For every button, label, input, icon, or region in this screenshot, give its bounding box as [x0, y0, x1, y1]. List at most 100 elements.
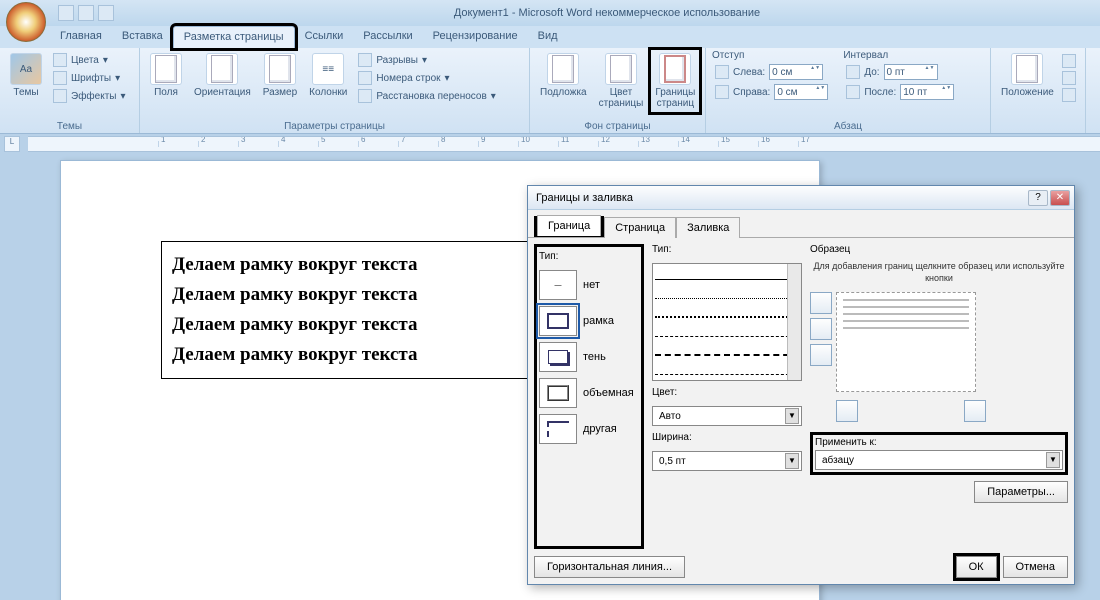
- indent-label: Отступ: [712, 50, 831, 61]
- orientation-button[interactable]: Ориентация: [190, 50, 255, 101]
- position-icon: [1011, 53, 1043, 85]
- indent-left-row: Слева:0 см▲▼: [712, 63, 831, 81]
- help-icon[interactable]: ?: [1028, 190, 1048, 206]
- apply-to-label: Применить к:: [815, 437, 1063, 448]
- themes-button[interactable]: Aa Темы: [6, 50, 46, 101]
- colors-icon: [53, 53, 67, 67]
- dialog-tab-border[interactable]: Граница: [537, 215, 601, 236]
- spacing-before-input[interactable]: 0 пт▲▼: [884, 64, 938, 80]
- page-borders-button[interactable]: Границы страниц: [651, 50, 699, 112]
- dialog-footer: Горизонтальная линия... ОК Отмена: [534, 556, 1068, 578]
- para-1[interactable]: Делаем рамку вокруг текста: [172, 254, 520, 276]
- color-combo[interactable]: Авто▼: [652, 406, 802, 426]
- type-custom-icon: [539, 414, 577, 444]
- para-3[interactable]: Делаем рамку вокруг текста: [172, 314, 520, 336]
- line-style-list[interactable]: [652, 263, 802, 381]
- indent-left-icon: [715, 65, 729, 79]
- chevron-down-icon: ▼: [1046, 452, 1060, 468]
- color-label: Цвет:: [652, 387, 802, 398]
- dialog-title: Границы и заливка: [536, 192, 633, 204]
- para-4[interactable]: Делаем рамку вокруг текста: [172, 344, 520, 366]
- cancel-button[interactable]: Отмена: [1003, 556, 1068, 578]
- preview-label: Образец: [810, 244, 1068, 255]
- para-2[interactable]: Делаем рамку вокруг текста: [172, 284, 520, 306]
- columns-button[interactable]: ≡≡Колонки: [305, 50, 351, 101]
- group-paragraph: Отступ Слева:0 см▲▼ Справа:0 см▲▼ Интерв…: [706, 48, 991, 133]
- send-back-icon[interactable]: [1062, 71, 1076, 85]
- indent-right-input[interactable]: 0 см▲▼: [774, 84, 828, 100]
- type-custom[interactable]: другая: [539, 414, 639, 444]
- bring-front-icon[interactable]: [1062, 54, 1076, 68]
- position-button[interactable]: Положение: [997, 50, 1058, 101]
- preview-hint: Для добавления границ щелкните образец и…: [810, 261, 1068, 284]
- hyphenation-icon: [358, 89, 372, 103]
- chevron-down-icon: ▼: [785, 408, 799, 424]
- dialog-tab-fill[interactable]: Заливка: [676, 217, 740, 238]
- bordered-text-frame: Делаем рамку вокруг текста Делаем рамку …: [161, 241, 531, 379]
- horizontal-line-button[interactable]: Горизонтальная линия...: [534, 556, 685, 578]
- border-top-button[interactable]: [810, 292, 832, 314]
- border-middle-button[interactable]: [810, 318, 832, 340]
- type-3d-icon: [539, 378, 577, 408]
- save-icon[interactable]: [58, 5, 74, 21]
- undo-icon[interactable]: [78, 5, 94, 21]
- spacing-label: Интервал: [843, 50, 957, 61]
- dialog-titlebar[interactable]: Границы и заливка ? ✕: [528, 186, 1074, 210]
- watermark-button[interactable]: Подложка: [536, 50, 591, 101]
- border-left-button[interactable]: [836, 400, 858, 422]
- tab-mailings[interactable]: Рассылки: [353, 26, 422, 48]
- dialog-tab-page[interactable]: Страница: [604, 217, 676, 238]
- columns-icon: ≡≡: [312, 53, 344, 85]
- tab-review[interactable]: Рецензирование: [423, 26, 528, 48]
- width-combo[interactable]: 0,5 пт▼: [652, 451, 802, 471]
- type-none[interactable]: —нет: [539, 270, 639, 300]
- indent-right-icon: [715, 85, 729, 99]
- effects-icon: [53, 89, 67, 103]
- hyphenation-button[interactable]: Расстановка переносов ▾: [355, 88, 498, 104]
- ruler-corner: L: [4, 136, 20, 152]
- group-page-background: Подложка Цвет страницы Границы страниц Ф…: [530, 48, 706, 133]
- tab-page-layout[interactable]: Разметка страницы: [173, 26, 295, 48]
- group-arrange: Положение: [991, 48, 1086, 133]
- ribbon: Aa Темы Цвета ▾ Шрифты ▾ Эффекты ▾ Темы …: [0, 48, 1100, 134]
- apply-to-combo[interactable]: абзацу▼: [815, 450, 1063, 470]
- type-box-icon: [539, 306, 577, 336]
- themes-icon: Aa: [10, 53, 42, 85]
- border-bottom-button[interactable]: [810, 344, 832, 366]
- size-button[interactable]: Размер: [259, 50, 301, 101]
- horizontal-ruler[interactable]: 1234567891011121314151617: [28, 136, 1100, 152]
- tab-view[interactable]: Вид: [528, 26, 568, 48]
- type-3d[interactable]: объемная: [539, 378, 639, 408]
- margins-button[interactable]: Поля: [146, 50, 186, 101]
- effects-button[interactable]: Эффекты ▾: [50, 88, 129, 104]
- border-right-button[interactable]: [964, 400, 986, 422]
- style-scrollbar[interactable]: [787, 264, 801, 380]
- group-page-setup: Поля Ориентация Размер ≡≡Колонки Разрывы…: [140, 48, 530, 133]
- close-icon[interactable]: ✕: [1050, 190, 1070, 206]
- colors-button[interactable]: Цвета ▾: [50, 52, 129, 68]
- wrap-text-icon[interactable]: [1062, 88, 1076, 102]
- quick-access-toolbar: [58, 5, 114, 21]
- type-shadow-icon: [539, 342, 577, 372]
- tab-insert[interactable]: Вставка: [112, 26, 173, 48]
- tab-home[interactable]: Главная: [50, 26, 112, 48]
- size-icon: [264, 53, 296, 85]
- redo-icon[interactable]: [98, 5, 114, 21]
- ok-button[interactable]: ОК: [956, 556, 997, 578]
- type-box[interactable]: рамка: [539, 306, 639, 336]
- titlebar: Документ1 - Microsoft Word некоммерческо…: [0, 0, 1100, 26]
- type-shadow[interactable]: тень: [539, 342, 639, 372]
- breaks-button[interactable]: Разрывы ▾: [355, 52, 498, 68]
- office-button[interactable]: [6, 2, 46, 42]
- fonts-button[interactable]: Шрифты ▾: [50, 70, 129, 86]
- width-label: Ширина:: [652, 432, 802, 443]
- indent-left-input[interactable]: 0 см▲▼: [769, 64, 823, 80]
- line-numbers-button[interactable]: Номера строк ▾: [355, 70, 498, 86]
- type-none-icon: —: [539, 270, 577, 300]
- options-button[interactable]: Параметры...: [974, 481, 1068, 503]
- tab-references[interactable]: Ссылки: [295, 26, 354, 48]
- preview-box[interactable]: [836, 292, 976, 392]
- spacing-after-input[interactable]: 10 пт▲▼: [900, 84, 954, 100]
- margins-icon: [150, 53, 182, 85]
- page-color-button[interactable]: Цвет страницы: [595, 50, 648, 112]
